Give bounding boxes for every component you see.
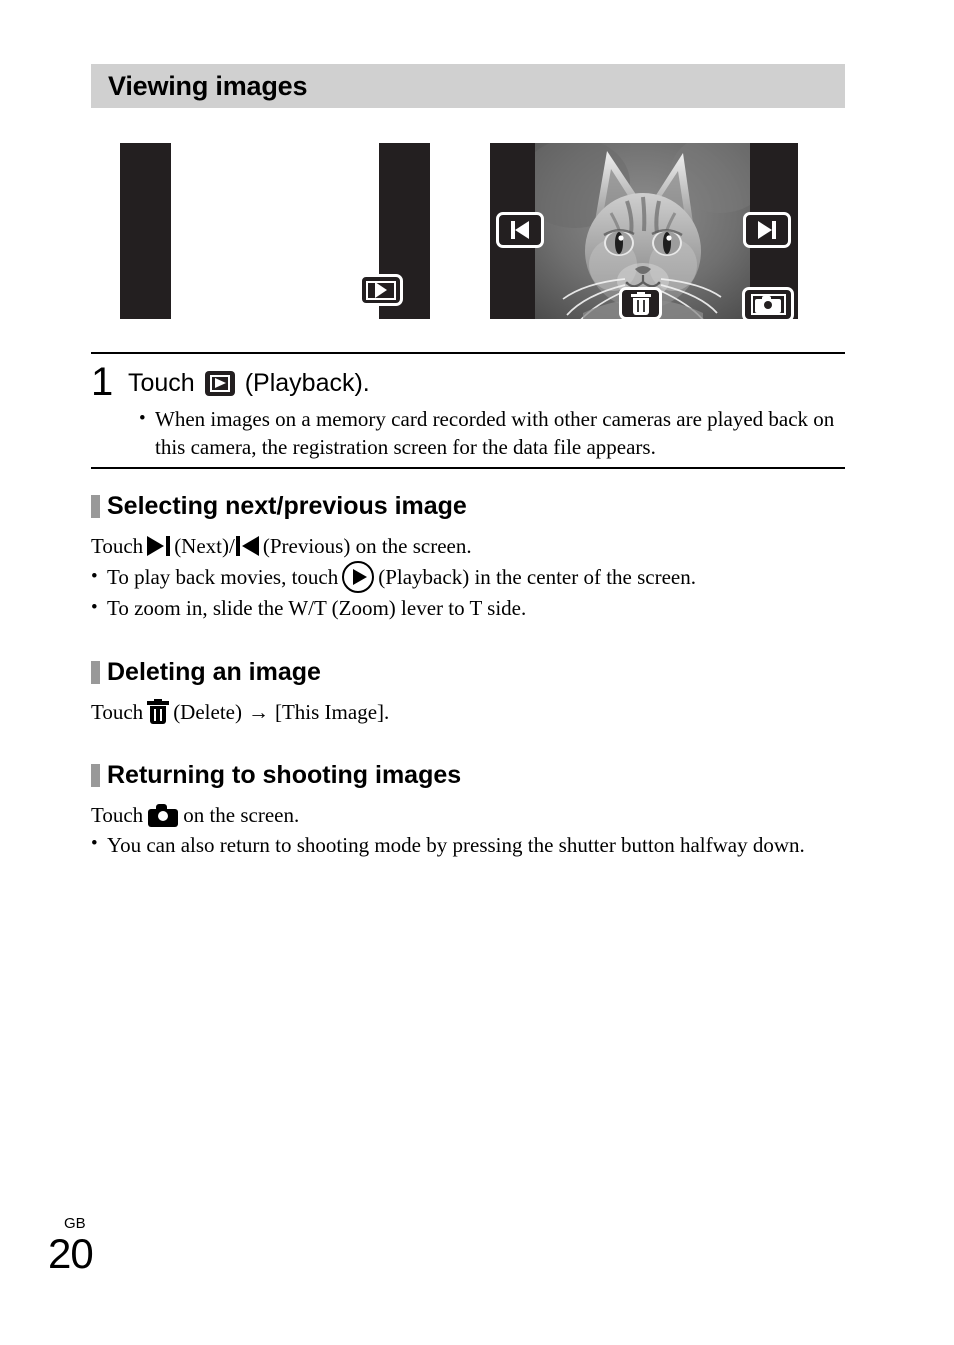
section-lead-line: Touch (Next)/ (Previous) on the screen. [91, 531, 845, 561]
camera-icon[interactable] [742, 287, 794, 319]
camera-lens [764, 301, 772, 309]
lead-mid-text: (Delete) [173, 700, 242, 724]
camera-lens [158, 810, 169, 821]
lead-pre-text: Touch [91, 534, 144, 558]
lead-mid-text: (Next)/ [174, 534, 235, 558]
lead-pre-text: Touch [91, 700, 144, 724]
illustration-shooting-screen [120, 143, 430, 319]
bullet-text: To zoom in, slide the W/T (Zoom) lever t… [107, 596, 527, 620]
section-heading: Returning to shooting images [91, 761, 845, 790]
section-selecting-next-previous-image: Selecting next/previous image Touch (Nex… [91, 492, 845, 623]
previous-icon[interactable] [235, 536, 259, 556]
bullet-marker: • [139, 408, 146, 429]
step-1-pre-text: Touch [128, 369, 195, 397]
camera-icon[interactable] [148, 803, 179, 827]
playback-triangle [214, 377, 226, 388]
arrow-right-icon: → [247, 700, 269, 724]
delete-icon[interactable] [147, 699, 170, 725]
playback-icon-inner [366, 280, 396, 300]
section-body: Touch (Next)/ (Previous) on the screen. … [91, 531, 845, 623]
bullet-marker: • [91, 833, 98, 854]
section-lead-line: Touch (Delete) → [This Image]. [91, 697, 845, 727]
section-marker-bar [91, 661, 100, 684]
playback-triangle [375, 282, 387, 298]
illustration-playback-screen [490, 143, 798, 319]
playback-triangle [353, 569, 368, 585]
next-icon[interactable] [147, 536, 171, 556]
lead-post-text: [This Image]. [274, 700, 390, 724]
trash-body [632, 297, 649, 315]
section-marker-bar [91, 495, 100, 518]
lead-post-text: on the screen. [183, 803, 300, 827]
bullet-marker: • [91, 566, 98, 587]
trash-lid [630, 293, 651, 297]
next-icon[interactable] [743, 212, 791, 248]
bullet-marker: • [91, 597, 98, 618]
section-body: Touch on the screen. • You can also retu… [91, 800, 845, 860]
lead-post-text: (Previous) on the screen. [262, 534, 472, 558]
next-bar [772, 221, 776, 239]
section-heading-text: Returning to shooting images [107, 761, 462, 789]
bullet-pre-text: To play back movies, touch [107, 565, 339, 589]
playback-circle-icon[interactable] [342, 561, 375, 593]
previous-bar [235, 536, 240, 556]
trash-lid [147, 701, 170, 705]
camera-icon-inner [750, 294, 786, 315]
divider-below-step [91, 467, 845, 469]
section-returning-to-shooting-images: Returning to shooting images Touch on th… [91, 761, 845, 860]
step-number: 1 [91, 360, 114, 404]
step-1-post-text: (Playback). [244, 369, 370, 397]
page-title-bar: Viewing images [91, 64, 845, 108]
next-triangle [147, 536, 165, 556]
section-heading: Selecting next/previous image [91, 492, 845, 521]
previous-triangle [241, 536, 259, 556]
lead-pre-text: Touch [91, 803, 144, 827]
step-1-bullets: • When images on a memory card recorded … [139, 405, 845, 461]
bullet-item: • When images on a memory card recorded … [139, 405, 845, 461]
step-1-instruction: Touch (Playback). [128, 362, 370, 400]
page-number: 20 [48, 1230, 94, 1277]
divider-above-step [91, 352, 845, 354]
bullet-text: When images on a memory card recorded wi… [155, 407, 835, 459]
step-1: 1 Touch (Playback). • When images on a m… [91, 362, 845, 461]
delete-icon[interactable] [619, 287, 662, 319]
playback-icon[interactable] [204, 370, 235, 396]
trash-can-glyph [630, 291, 651, 316]
bullet-item: • To play back movies, touch (Playback) … [91, 561, 845, 593]
section-lead-line: Touch on the screen. [91, 800, 845, 830]
section-heading-text: Selecting next/previous image [107, 492, 467, 520]
page-title: Viewing images [108, 70, 308, 101]
step-1-row: 1 Touch (Playback). [91, 362, 845, 402]
bullet-item: • You can also return to shooting mode b… [91, 830, 845, 860]
previous-icon[interactable] [496, 212, 544, 248]
section-deleting-an-image: Deleting an image Touch (Delete) → [This… [91, 658, 845, 727]
section-body: Touch (Delete) → [This Image]. [91, 697, 845, 727]
next-triangle [758, 221, 772, 239]
bullet-post-text: (Playback) in the center of the screen. [378, 565, 697, 589]
section-heading-text: Deleting an image [107, 658, 321, 686]
next-bar [166, 536, 171, 556]
bullet-text: You can also return to shooting mode by … [107, 833, 805, 857]
screen-panel-white [171, 143, 379, 319]
screen-illustrations [0, 143, 954, 323]
trash-body [150, 706, 167, 724]
section-marker-bar [91, 764, 100, 787]
camera-glyph [755, 296, 781, 313]
previous-triangle [515, 221, 529, 239]
section-heading: Deleting an image [91, 658, 845, 687]
bullet-item: • To zoom in, slide the W/T (Zoom) lever… [91, 593, 845, 623]
playback-icon[interactable] [359, 274, 403, 306]
page-footer: GB 20 [48, 1216, 94, 1277]
